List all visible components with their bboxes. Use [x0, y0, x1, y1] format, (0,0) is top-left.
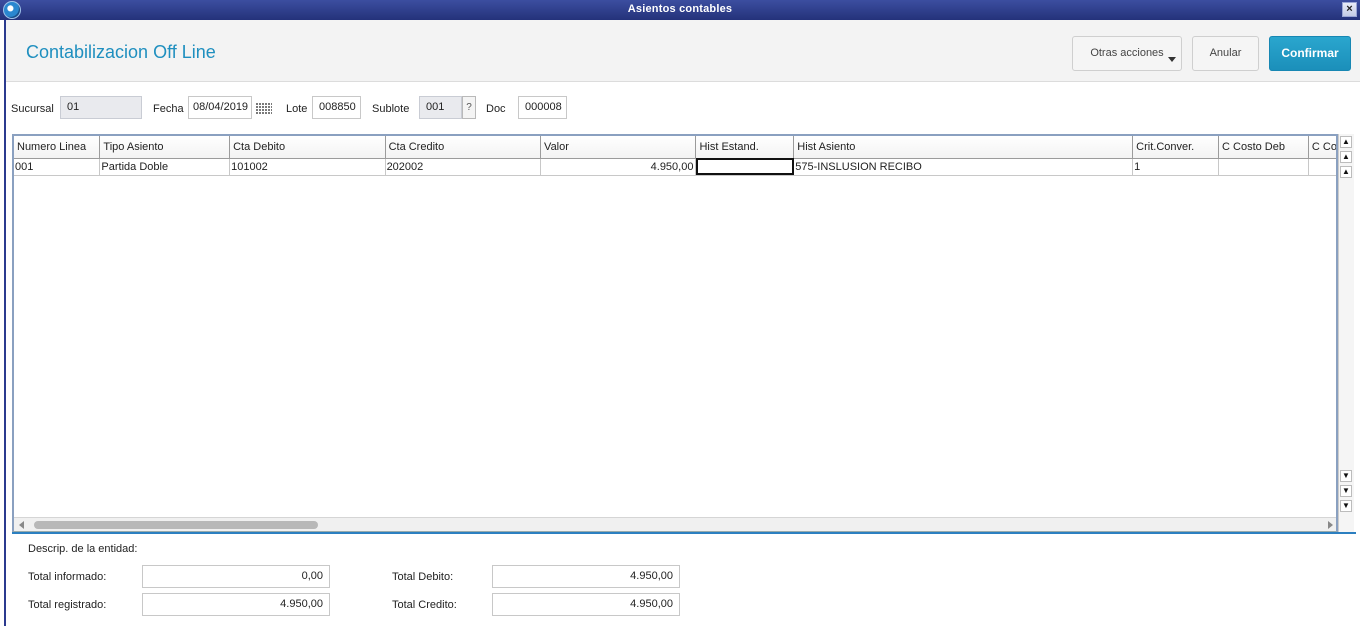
total-credito-label: Total Credito: [392, 599, 457, 611]
col-header[interactable]: C Costo Deb [1218, 136, 1309, 159]
total-debito-label: Total Debito: [392, 571, 454, 583]
page-title: Contabilizacion Off Line [26, 42, 216, 62]
col-header[interactable]: Crit.Conver. [1132, 136, 1220, 159]
window-title: Asientos contables [627, 3, 733, 15]
horizontal-scrollbar[interactable] [14, 517, 1336, 531]
scroll-thumb[interactable] [34, 521, 318, 529]
confirmar-button[interactable]: Confirmar [1269, 36, 1351, 71]
scroll-first-icon[interactable]: ▲ [1340, 136, 1352, 148]
table-cell[interactable] [1308, 158, 1336, 176]
total-informado-label: Total informado: [28, 571, 107, 583]
table-cell[interactable]: 202002 [385, 158, 542, 176]
table-cell[interactable]: 1 [1132, 158, 1220, 176]
scroll-page-up-icon[interactable]: ▲ [1340, 151, 1352, 163]
col-header[interactable]: Hist Estand. [695, 136, 795, 159]
table-cell[interactable] [1218, 158, 1309, 176]
fecha-field[interactable]: 08/04/2019 [188, 96, 252, 119]
total-debito-field[interactable]: 4.950,00 [492, 565, 680, 588]
table-cell-focused[interactable] [695, 158, 795, 176]
table-cell[interactable]: 101002 [229, 158, 386, 176]
sublote-label: Sublote [372, 103, 410, 115]
otras-acciones-label: Otras acciones [1090, 47, 1164, 59]
col-header[interactable]: Hist Asiento [793, 136, 1134, 159]
scroll-left-icon[interactable] [19, 521, 24, 529]
scroll-last-icon[interactable]: ▼ [1340, 500, 1352, 512]
col-header[interactable]: Cta Credito [385, 136, 542, 159]
table-cell[interactable]: 001 [14, 158, 101, 176]
page-header: Contabilizacion Off Line Otras acciones … [6, 20, 1360, 82]
sublote-field: 001 [419, 96, 462, 119]
table-cell[interactable]: 4.950,00 [540, 158, 697, 176]
asientos-grid[interactable]: Numero Linea Tipo Asiento Cta Debito Cta… [12, 134, 1338, 532]
scroll-up-icon[interactable]: ▲ [1340, 166, 1352, 178]
close-icon[interactable]: × [1342, 2, 1357, 17]
fecha-label: Fecha [153, 103, 184, 115]
doc-label: Doc [486, 103, 506, 115]
col-header[interactable]: Numero Linea [14, 136, 101, 159]
table-row[interactable]: 001 Partida Doble 101002 202002 4.950,00… [14, 158, 1336, 176]
doc-field[interactable]: 000008 [518, 96, 567, 119]
table-cell[interactable]: Partida Doble [99, 158, 231, 176]
descrip-entidad-label: Descrip. de la entidad: [28, 543, 138, 555]
dialog-body: Contabilizacion Off Line Otras acciones … [4, 20, 1360, 626]
vertical-scrollbar[interactable]: ▲ ▲ ▲ ▼ ▼ ▼ [1338, 134, 1354, 534]
grid-bottom-divider [12, 532, 1356, 534]
total-registrado-field[interactable]: 4.950,00 [142, 593, 330, 616]
lote-label: Lote [286, 103, 308, 115]
scroll-page-down-icon[interactable]: ▼ [1340, 485, 1352, 497]
sucursal-label: Sucursal [11, 103, 54, 115]
chevron-down-icon [1168, 57, 1176, 62]
total-informado-field[interactable]: 0,00 [142, 565, 330, 588]
window-titlebar: Asientos contables × [0, 0, 1360, 20]
col-header[interactable]: Valor [540, 136, 697, 159]
scroll-down-icon[interactable]: ▼ [1340, 470, 1352, 482]
anular-button[interactable]: Anular [1192, 36, 1259, 71]
otras-acciones-button[interactable]: Otras acciones [1072, 36, 1182, 71]
calendar-icon[interactable] [256, 102, 272, 114]
asientos-table: Numero Linea Tipo Asiento Cta Debito Cta… [14, 136, 1336, 176]
table-header-row: Numero Linea Tipo Asiento Cta Debito Cta… [14, 136, 1336, 159]
total-credito-field[interactable]: 4.950,00 [492, 593, 680, 616]
sublote-lookup-button[interactable]: ? [462, 96, 476, 119]
total-registrado-label: Total registrado: [28, 599, 107, 611]
col-header[interactable]: Cta Debito [229, 136, 386, 159]
col-header[interactable]: Tipo Asiento [99, 136, 231, 159]
col-header[interactable]: C Co [1308, 136, 1336, 159]
table-cell[interactable]: 575-INSLUSION RECIBO [793, 158, 1134, 176]
scroll-right-icon[interactable] [1328, 521, 1333, 529]
sucursal-field: 01 [60, 96, 142, 119]
lote-field[interactable]: 008850 [312, 96, 361, 119]
